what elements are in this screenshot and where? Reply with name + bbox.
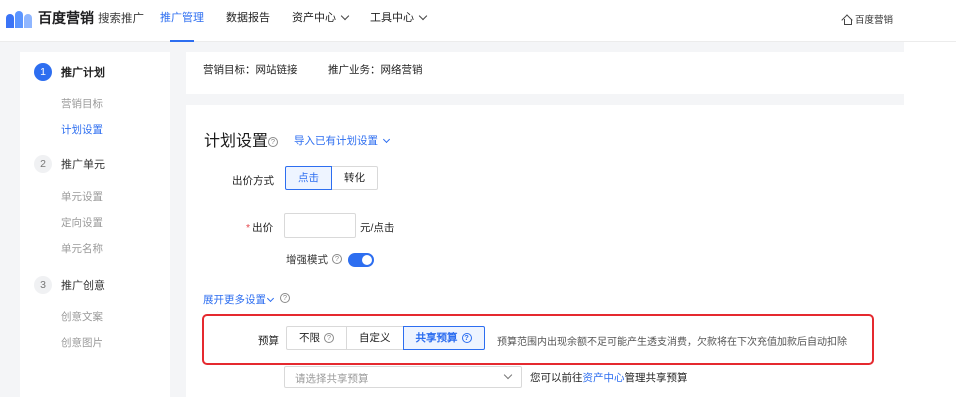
bid-mode-segment: 点击 转化 (285, 166, 378, 190)
budget-shared[interactable]: 共享预算? (402, 326, 485, 350)
enhanced-mode-label: 增强模式 (286, 254, 328, 266)
enhanced-mode-toggle[interactable] (348, 253, 374, 267)
budget-note: 预算范围内出现余额不足可能产生透支消费，欠款将在下次充值加款后自动扣除 (497, 337, 847, 348)
home-icon (842, 15, 852, 25)
asset-center-link[interactable]: 资产中心 (583, 372, 625, 384)
nav-item-reports[interactable]: 数据报告 (226, 0, 270, 42)
nav-item-promotion[interactable]: 推广管理 (160, 0, 204, 42)
nav-item-tools[interactable]: 工具中心 (370, 0, 428, 42)
step-sub-unit-settings[interactable]: 单元设置 (61, 189, 103, 204)
marketing-target: 营销目标：网站链接 (203, 64, 298, 76)
step-number: 2 (34, 155, 52, 173)
step-title: 推广创意 (61, 280, 105, 292)
budget-label: 预算 (258, 335, 279, 347)
home-label: 百度营销 (855, 15, 894, 26)
right-edge (904, 42, 956, 397)
option-label: 共享预算 (415, 332, 458, 344)
budget-segment: 不限? 自定义 共享预算? (286, 326, 485, 350)
nav-item-assets[interactable]: 资产中心 (292, 0, 350, 42)
summary-card: 营销目标：网站链接 推广业务：网络营销 (186, 52, 904, 94)
budget-custom[interactable]: 自定义 (346, 326, 404, 350)
step-number: 3 (34, 276, 52, 294)
step-sub-creative-image[interactable]: 创意图片 (61, 335, 103, 350)
plan-settings-title: 计划设置 (204, 133, 269, 150)
nav-label: 数据报告 (226, 12, 270, 24)
nav-label: 工具中心 (370, 12, 414, 24)
help-question-icon[interactable]: ? (332, 254, 342, 264)
brand-sub: 搜索推广 (98, 13, 144, 25)
step-sub-marketing-goal[interactable]: 营销目标 (61, 96, 103, 111)
note-suffix: 管理共享预算 (624, 372, 688, 384)
bid-label: * 出价 (246, 220, 273, 235)
expand-more-settings-link[interactable]: 展开更多设置 (203, 292, 275, 307)
step-2[interactable]: 2 推广单元 (34, 155, 105, 173)
home-button[interactable]: 百度营销 (842, 12, 893, 26)
chevron-down-icon (382, 135, 391, 144)
bid-input[interactable] (284, 213, 356, 238)
steps-sidebar: 1 推广计划 营销目标 计划设置 2 推广单元 单元设置 定向设置 单元名称 3… (20, 52, 170, 397)
business-type: 推广业务：网络营销 (328, 64, 423, 76)
shared-budget-note: 您可以前往资产中心管理共享预算 (530, 370, 688, 385)
nav-label: 推广管理 (160, 12, 204, 24)
brand-name: 百度营销 (38, 10, 94, 26)
nav-label: 资产中心 (292, 12, 336, 24)
top-nav: 百度营销 搜索推广 推广管理 数据报告 资产中心 工具中心 百度营销 (0, 0, 956, 42)
import-plan-link[interactable]: 导入已有计划设置 (294, 133, 391, 148)
step-number: 1 (34, 63, 52, 81)
more-label: 展开更多设置 (203, 294, 266, 306)
step-title: 推广计划 (61, 67, 105, 79)
step-3[interactable]: 3 推广创意 (34, 276, 105, 294)
chevron-down-icon (503, 370, 513, 380)
bid-unit: 元/点击 (360, 222, 395, 234)
chevron-down-icon (266, 294, 275, 303)
help-question-icon[interactable]: ? (280, 293, 290, 303)
select-placeholder: 请选择共享预算 (295, 373, 369, 385)
step-title: 推广单元 (61, 159, 105, 171)
import-label: 导入已有计划设置 (294, 135, 378, 147)
step-sub-creative-copy[interactable]: 创意文案 (61, 309, 103, 324)
step-sub-plan-settings[interactable]: 计划设置 (61, 122, 103, 137)
help-question-icon: ? (461, 333, 472, 344)
option-label: 不限 (299, 332, 320, 344)
bid-mode-conversion[interactable]: 转化 (331, 166, 378, 190)
bid-mode-label: 出价方式 (232, 175, 274, 187)
chevron-down-icon (340, 11, 350, 21)
nav-menu: 推广管理 数据报告 资产中心 工具中心 (160, 0, 448, 42)
bid-label-text: 出价 (252, 222, 274, 234)
brand-mark-icon (0, 7, 36, 29)
step-1[interactable]: 1 推广计划 (34, 63, 105, 81)
bid-mode-click[interactable]: 点击 (285, 166, 332, 190)
step-sub-targeting[interactable]: 定向设置 (61, 215, 103, 230)
chevron-down-icon (418, 11, 428, 21)
budget-unlimited[interactable]: 不限? (286, 326, 347, 350)
step-sub-unit-name[interactable]: 单元名称 (61, 241, 103, 256)
shared-budget-select[interactable]: 请选择共享预算 (284, 366, 522, 388)
required-asterisk: * (246, 222, 251, 234)
page: 百度营销 搜索推广 推广管理 数据报告 资产中心 工具中心 百度营销 1 推广计… (0, 0, 956, 397)
help-question-icon[interactable]: ? (268, 137, 278, 147)
note-prefix: 您可以前往 (530, 372, 583, 384)
brand-logo[interactable]: 百度营销 搜索推广 (0, 7, 144, 29)
help-question-icon: ? (324, 333, 334, 344)
